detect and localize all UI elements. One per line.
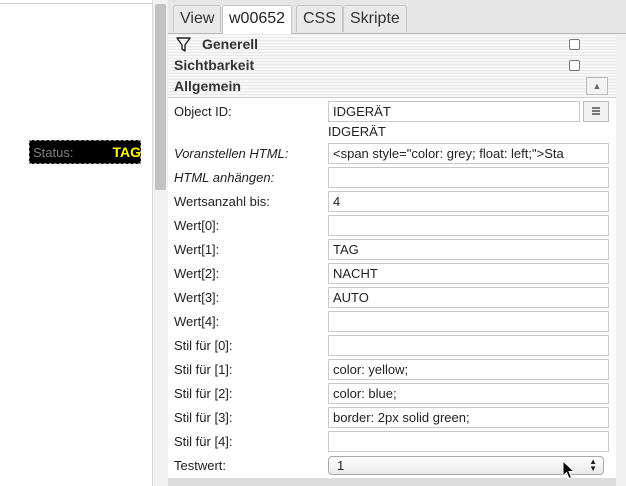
- value-label: Wert[1]:: [174, 242, 220, 257]
- style-input[interactable]: color: blue;: [328, 383, 609, 404]
- list-icon: [592, 107, 600, 116]
- style-label: Stil für [3]:: [174, 410, 233, 425]
- up-down-arrows-icon: ▲ ▼: [589, 457, 597, 473]
- test-value-selected: 1: [337, 458, 345, 473]
- value-label: Wert[0]:: [174, 218, 220, 233]
- object-id-input[interactable]: IDGERÄT: [328, 101, 580, 122]
- filter-icon[interactable]: [175, 36, 192, 53]
- widget-prepend-text: Status:: [33, 145, 74, 160]
- panel-vertical-scrollbar[interactable]: [616, 34, 626, 486]
- value-list-widget[interactable]: Status: TAG: [29, 140, 141, 164]
- section-sichtbarkeit-label: Sichtbarkeit: [174, 57, 255, 73]
- canvas-top-divider: [0, 3, 152, 4]
- style-input[interactable]: [328, 335, 609, 356]
- style-input[interactable]: color: yellow;: [328, 359, 609, 380]
- style-label: Stil für [0]:: [174, 338, 233, 353]
- tab-widget-id[interactable]: w00652: [222, 5, 293, 34]
- value-input[interactable]: AUTO: [328, 287, 609, 308]
- value-label: Wert[2]:: [174, 266, 220, 281]
- prepend-html-input[interactable]: <span style="color: grey; float: left;">…: [328, 143, 609, 164]
- append-html-input[interactable]: [328, 167, 609, 188]
- section-generell-checkbox[interactable]: [569, 39, 580, 50]
- panel-tab-bar: View w00652 CSS Skripte: [168, 0, 626, 34]
- prepend-html-label: Voranstellen HTML:: [174, 146, 289, 161]
- attributes-panel: View w00652 CSS Skripte Generell Sichtba…: [168, 0, 626, 486]
- value-input[interactable]: NACHT: [328, 263, 609, 284]
- test-value-label: Testwert:: [174, 458, 227, 473]
- style-label: Stil für [1]:: [174, 362, 233, 377]
- section-generell-header[interactable]: Generell: [168, 34, 616, 56]
- style-label: Stil für [4]:: [174, 434, 233, 449]
- panel-content: Generell Sichtbarkeit Allgemein ▲ Object…: [168, 34, 626, 486]
- tab-skripte[interactable]: Skripte: [343, 5, 407, 32]
- value-label: Wert[4]:: [174, 314, 220, 329]
- section-generell-label: Generell: [202, 36, 259, 52]
- section-sichtbarkeit-checkbox[interactable]: [569, 60, 580, 71]
- canvas-vertical-scrollbar[interactable]: [152, 0, 168, 486]
- object-id-label: Object ID:: [174, 104, 232, 119]
- value-input[interactable]: [328, 215, 609, 236]
- style-label: Stil für [2]:: [174, 386, 233, 401]
- object-browser-button[interactable]: [583, 101, 609, 122]
- tab-css[interactable]: CSS: [296, 5, 343, 32]
- section-sichtbarkeit-header[interactable]: Sichtbarkeit: [168, 55, 616, 77]
- append-html-label: HTML anhängen:: [174, 170, 275, 185]
- mouse-pointer-icon: [562, 460, 576, 480]
- section-allgemein-label: Allgemein: [174, 78, 241, 94]
- style-input[interactable]: [328, 431, 609, 452]
- widget-value-text: TAG: [112, 144, 141, 160]
- value-count-label: Wertsanzahl bis:: [174, 194, 270, 209]
- triangle-up-icon[interactable]: ▲: [586, 77, 608, 95]
- object-id-resolved-name: IDGERÄT: [328, 124, 386, 139]
- value-input[interactable]: [328, 311, 609, 332]
- value-count-input[interactable]: 4: [328, 191, 609, 212]
- section-allgemein-header[interactable]: Allgemein ▲: [168, 76, 616, 98]
- value-label: Wert[3]:: [174, 290, 220, 305]
- value-input[interactable]: TAG: [328, 239, 609, 260]
- canvas-scrollbar-thumb[interactable]: [155, 4, 166, 190]
- editor-canvas[interactable]: Status: TAG: [0, 0, 152, 486]
- style-input[interactable]: border: 2px solid green;: [328, 407, 609, 428]
- tab-view[interactable]: View: [173, 5, 222, 32]
- panel-horizontal-scrollbar[interactable]: [168, 478, 616, 486]
